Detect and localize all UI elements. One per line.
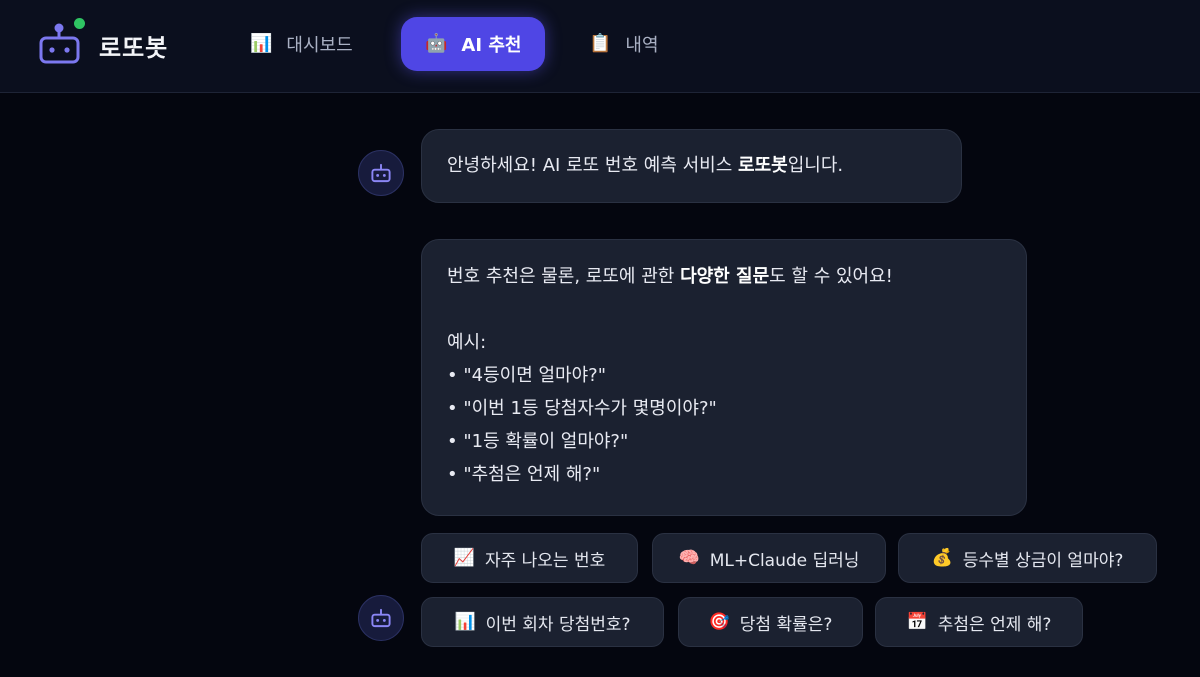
intro-line: 번호 추천은 물론, 로또에 관한 다양한 질문도 할 수 있어요!: [447, 260, 1001, 293]
suggestion-label: 등수별 상금이 얼마야?: [962, 550, 1124, 571]
bot-avatar: [358, 150, 404, 196]
clipboard-icon: 📋: [589, 33, 612, 54]
online-status-dot: [74, 18, 85, 29]
suggestion-prize-by-rank[interactable]: 💰 등수별 상금이 얼마야?: [898, 533, 1157, 583]
tab-ai-recommend[interactable]: 🤖 AI 추천: [401, 17, 546, 71]
target-icon: 🎯: [708, 611, 730, 632]
example-item: • "이번 1등 당첨자수가 몇명이야?": [447, 398, 717, 419]
tab-history-label: 내역: [625, 35, 659, 56]
top-navbar: 로또봇 📊 대시보드 🤖 AI 추천 📋 내역: [0, 0, 1200, 93]
examples-title: 예시:: [447, 332, 487, 353]
bar-chart-icon: 📊: [250, 33, 273, 54]
tab-dashboard-label: 대시보드: [286, 35, 353, 56]
intro-emphasis: 다양한 질문: [680, 266, 770, 287]
trend-chart-icon: 📈: [453, 547, 475, 568]
money-bag-icon: 💰: [931, 547, 953, 568]
suggestion-deep-learning[interactable]: 🧠 ML+Claude 딥러닝: [652, 533, 886, 583]
robot-icon: 🤖: [425, 33, 448, 54]
greeting-text: 안녕하세요! AI 로또 번호 예측 서비스: [447, 155, 739, 176]
greeting-suffix: 입니다.: [787, 155, 844, 176]
bar-chart-icon: 📊: [454, 611, 476, 632]
suggestion-winning-numbers[interactable]: 📊 이번 회차 당첨번호?: [421, 597, 664, 647]
intro-suffix: 도 할 수 있어요!: [769, 266, 893, 287]
robot-icon: [371, 163, 391, 183]
calendar-icon: 📅: [906, 611, 928, 632]
suggestion-label: 추첨은 언제 해?: [937, 614, 1052, 635]
intro-text: 번호 추천은 물론, 로또에 관한: [447, 266, 681, 287]
robot-logo-icon: [39, 23, 80, 64]
example-item: • "1등 확률이 얼마야?": [447, 431, 629, 452]
tab-ai-recommend-label: AI 추천: [461, 35, 522, 56]
greeting-brand: 로또봇: [738, 155, 788, 176]
brain-icon: 🧠: [678, 547, 700, 568]
tab-dashboard[interactable]: 📊 대시보드: [250, 17, 353, 71]
example-item: • "추첨은 언제 해?": [447, 464, 601, 485]
greeting-message: 안녕하세요! AI 로또 번호 예측 서비스 로또봇입니다.: [421, 129, 962, 203]
example-item: • "4등이면 얼마야?": [447, 365, 606, 386]
app-brand-name: 로또봇: [99, 34, 169, 62]
intro-message: 번호 추천은 물론, 로또에 관한 다양한 질문도 할 수 있어요! 예시: •…: [421, 239, 1027, 516]
suggestion-draw-schedule[interactable]: 📅 추첨은 언제 해?: [875, 597, 1083, 647]
robot-icon: [371, 608, 391, 628]
robot-logo[interactable]: [38, 18, 85, 68]
suggestion-label: 당첨 확률은?: [739, 614, 833, 635]
suggestion-frequent-numbers[interactable]: 📈 자주 나오는 번호: [421, 533, 638, 583]
tab-history[interactable]: 📋 내역: [589, 17, 659, 71]
intro-spacer: [447, 293, 1001, 326]
suggestion-label: ML+Claude 딥러닝: [709, 550, 860, 571]
suggestion-label: 자주 나오는 번호: [484, 550, 606, 571]
bot-avatar: [358, 595, 404, 641]
suggestion-win-probability[interactable]: 🎯 당첨 확률은?: [678, 597, 863, 647]
suggestion-label: 이번 회차 당첨번호?: [485, 614, 631, 635]
